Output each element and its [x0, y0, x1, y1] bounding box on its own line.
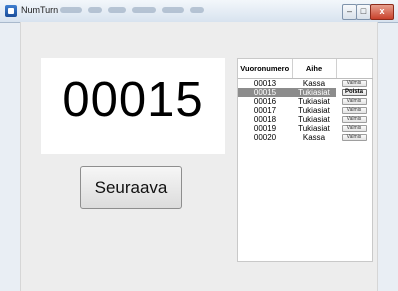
blurred-menu-text: [108, 7, 126, 13]
column-header-action: [336, 59, 373, 79]
minimize-button[interactable]: –: [342, 4, 357, 20]
done-button[interactable]: Valmis: [341, 107, 367, 115]
window-title: NumTurn: [21, 5, 59, 15]
queue-topic: Tukiasiat: [298, 106, 330, 115]
queue-row[interactable]: 00018 Tukiasiat Valmis: [238, 115, 372, 124]
queue-number: 00018: [253, 115, 277, 124]
queue-number: 00015: [238, 88, 292, 97]
blurred-menu-text: [60, 7, 82, 13]
done-button[interactable]: Valmis: [341, 80, 367, 88]
queue-row[interactable]: 00016 Tukiasiat Valmis: [238, 97, 372, 106]
queue-topic: Tukiasiat: [298, 97, 330, 106]
done-button[interactable]: Valmis: [341, 125, 367, 133]
app-window: NumTurn – □ x 00015 Seuraava Vuoronumero…: [0, 0, 398, 291]
queue-row-selected[interactable]: 00015 Tukiasiat Poista: [238, 88, 372, 97]
queue-number: 00017: [253, 106, 277, 115]
queue-row[interactable]: 00017 Tukiasiat Valmis: [238, 106, 372, 115]
queue-number: 00020: [253, 133, 277, 142]
queue-row[interactable]: 00019 Tukiasiat Valmis: [238, 124, 372, 133]
queue-topic: Kassa: [302, 79, 326, 88]
next-button[interactable]: Seuraava: [80, 166, 182, 209]
queue-table: Vuoronumero Aihe 00013 Kassa Valmis 0001…: [238, 59, 373, 142]
queue-number: 00013: [253, 79, 277, 88]
maximize-button[interactable]: □: [356, 4, 371, 20]
blurred-menu-text: [88, 7, 102, 13]
queue-list[interactable]: Vuoronumero Aihe 00013 Kassa Valmis 0001…: [237, 58, 373, 262]
queue-row[interactable]: 00013 Kassa Valmis: [238, 79, 372, 89]
queue-topic: Tukiasiat: [298, 124, 330, 133]
done-button[interactable]: Valmis: [341, 98, 367, 106]
blurred-menu-text: [132, 7, 156, 13]
column-header-number[interactable]: Vuoronumero: [238, 59, 293, 79]
queue-header-row: Vuoronumero Aihe: [238, 59, 373, 79]
done-button[interactable]: Valmis: [341, 116, 367, 124]
queue-topic: Tukiasiat: [298, 115, 330, 124]
blurred-menu-text: [190, 7, 204, 13]
queue-topic: Kassa: [302, 133, 326, 142]
done-button[interactable]: Valmis: [341, 134, 367, 142]
app-icon: [5, 5, 17, 17]
close-button[interactable]: x: [370, 4, 394, 20]
title-bar[interactable]: NumTurn – □ x: [0, 0, 398, 23]
current-number: 00015: [62, 73, 204, 127]
remove-button[interactable]: Poista: [341, 89, 367, 97]
queue-row[interactable]: 00020 Kassa Valmis: [238, 133, 372, 142]
queue-topic: Tukiasiat: [292, 88, 336, 97]
queue-number: 00019: [253, 124, 277, 133]
current-number-panel: 00015: [41, 58, 225, 154]
blurred-menu-text: [162, 7, 184, 13]
column-header-topic[interactable]: Aihe: [292, 59, 337, 79]
queue-number: 00016: [253, 97, 277, 106]
